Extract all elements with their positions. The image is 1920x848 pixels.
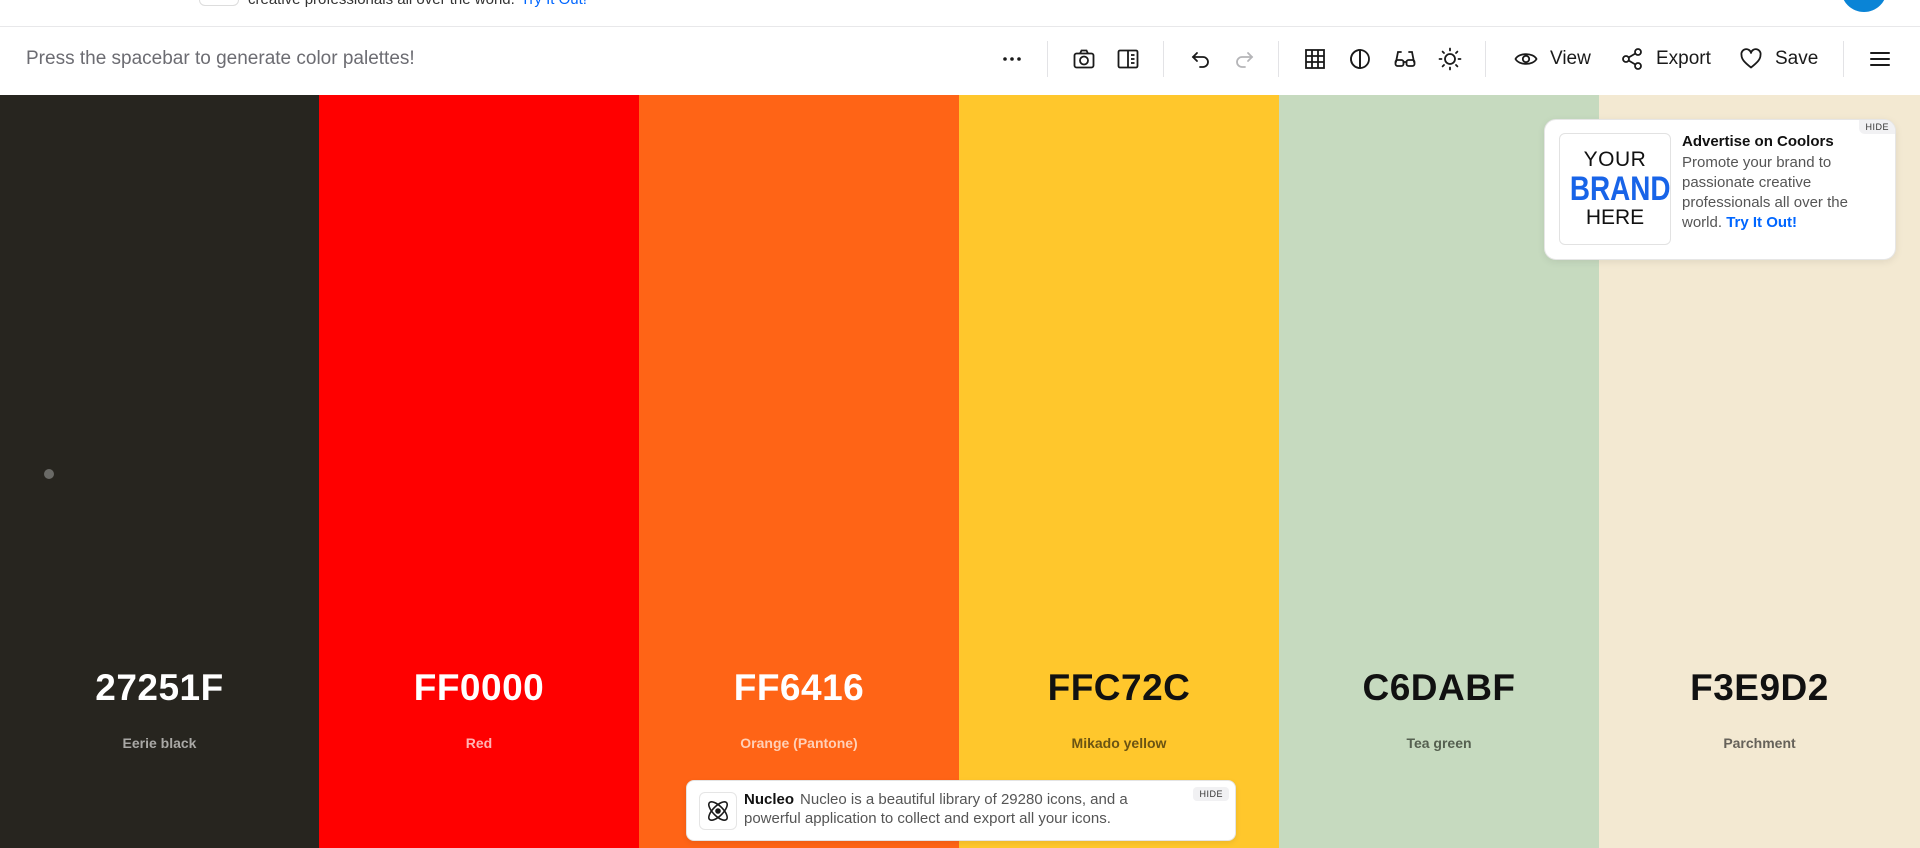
color-column[interactable]: 27251F Eerie black [0, 95, 319, 848]
toolbar-hint: Press the spacebar to generate color pal… [26, 48, 415, 69]
contrast-button[interactable] [1346, 41, 1374, 77]
color-name: Eerie black [122, 735, 197, 751]
nucleo-name: Nucleo [744, 791, 795, 808]
adjust-palette-button[interactable] [1436, 41, 1464, 77]
grid-view-button[interactable] [1301, 41, 1329, 77]
share-icon [1622, 48, 1642, 70]
ad-body: Promote your brand to passionate creativ… [1682, 153, 1882, 233]
grid-icon [1305, 49, 1325, 69]
nucleo-text: Nucleo Nucleo is a beautiful library of 2… [744, 790, 1164, 828]
toolbar-divider [1485, 41, 1486, 77]
color-name: Orange (Pantone) [740, 735, 858, 751]
avatar[interactable] [1841, 0, 1887, 12]
color-hex[interactable]: 27251F [0, 667, 319, 709]
color-name: Mikado yellow [1071, 735, 1167, 751]
view-button[interactable]: View [1514, 41, 1591, 77]
side-panel-icon [1117, 49, 1139, 69]
save-button[interactable]: Save [1739, 41, 1818, 77]
brand-placeholder-logo: YOUR BRAND HERE [1559, 133, 1671, 245]
color-hex[interactable]: FF6416 [639, 667, 959, 709]
color-column[interactable]: FF0000 Red [319, 95, 639, 848]
color-hex[interactable]: F3E9D2 [1599, 667, 1920, 709]
ellipsis-icon [1003, 57, 1021, 61]
redo-button[interactable] [1231, 41, 1259, 77]
ad-hide-button[interactable]: HIDE [1859, 120, 1895, 134]
redo-icon [1236, 52, 1254, 68]
more-options-button[interactable] [998, 41, 1026, 77]
save-label: Save [1775, 48, 1819, 69]
color-hex[interactable]: FFC72C [959, 667, 1279, 709]
hamburger-icon [1870, 52, 1890, 66]
side-panel-button[interactable] [1114, 41, 1142, 77]
camera-button[interactable] [1070, 41, 1098, 77]
color-name: Parchment [1723, 735, 1796, 751]
toolbar-divider [1278, 41, 1279, 77]
export-label: Export [1656, 48, 1711, 69]
glasses-icon [1394, 51, 1416, 67]
undo-icon [1191, 52, 1209, 68]
color-hex[interactable]: C6DABF [1279, 667, 1599, 709]
nucleo-logo [699, 792, 737, 830]
brand-line-2: BRAND [1569, 170, 1671, 208]
nucleo-hide-button[interactable]: HIDE [1193, 787, 1229, 801]
top-ad-text: creative professionals all over the worl… [248, 0, 587, 8]
top-ad-link[interactable]: Try It Out! [521, 0, 587, 8]
menu-button[interactable] [1866, 41, 1894, 77]
color-column[interactable]: FF6416 Orange (Pantone) [639, 95, 959, 848]
camera-icon [1073, 49, 1095, 69]
color-name: Red [465, 735, 493, 751]
undo-button[interactable] [1186, 41, 1214, 77]
color-hex[interactable]: FF0000 [319, 667, 639, 709]
toolbar-divider [1047, 41, 1048, 77]
toolbar-divider [1163, 41, 1164, 77]
brand-line-1: YOUR [1583, 148, 1647, 171]
top-ad-strip: creative professionals all over the worl… [0, 0, 1920, 27]
nucleo-body: Nucleo is a beautiful library of 29280 i… [744, 791, 1128, 827]
export-button[interactable]: Export [1620, 41, 1711, 77]
sun-icon [1438, 47, 1462, 71]
contrast-icon [1350, 49, 1370, 69]
ad-title: Advertise on Coolors [1682, 133, 1834, 150]
view-label: View [1550, 48, 1591, 69]
ad-thumbnail [199, 0, 239, 6]
heart-icon [1740, 48, 1762, 69]
color-blindness-button[interactable] [1391, 41, 1419, 77]
nucleo-banner: Nucleo Nucleo is a beautiful library of 2… [686, 780, 1236, 841]
color-column[interactable]: FFC72C Mikado yellow [959, 95, 1279, 848]
advertise-card: YOUR BRAND HERE Advertise on Coolors Pro… [1544, 119, 1896, 260]
atom-icon [708, 801, 728, 821]
lock-indicator-dot [44, 469, 54, 479]
color-name: Tea green [1406, 735, 1472, 751]
eye-icon [1514, 53, 1538, 65]
ad-try-link[interactable]: Try It Out! [1726, 214, 1797, 231]
brand-line-3: HERE [1585, 206, 1645, 229]
top-ad-body: creative professionals all over the worl… [248, 0, 515, 8]
toolbar-divider [1843, 41, 1844, 77]
toolbar: Press the spacebar to generate color pal… [0, 27, 1920, 95]
